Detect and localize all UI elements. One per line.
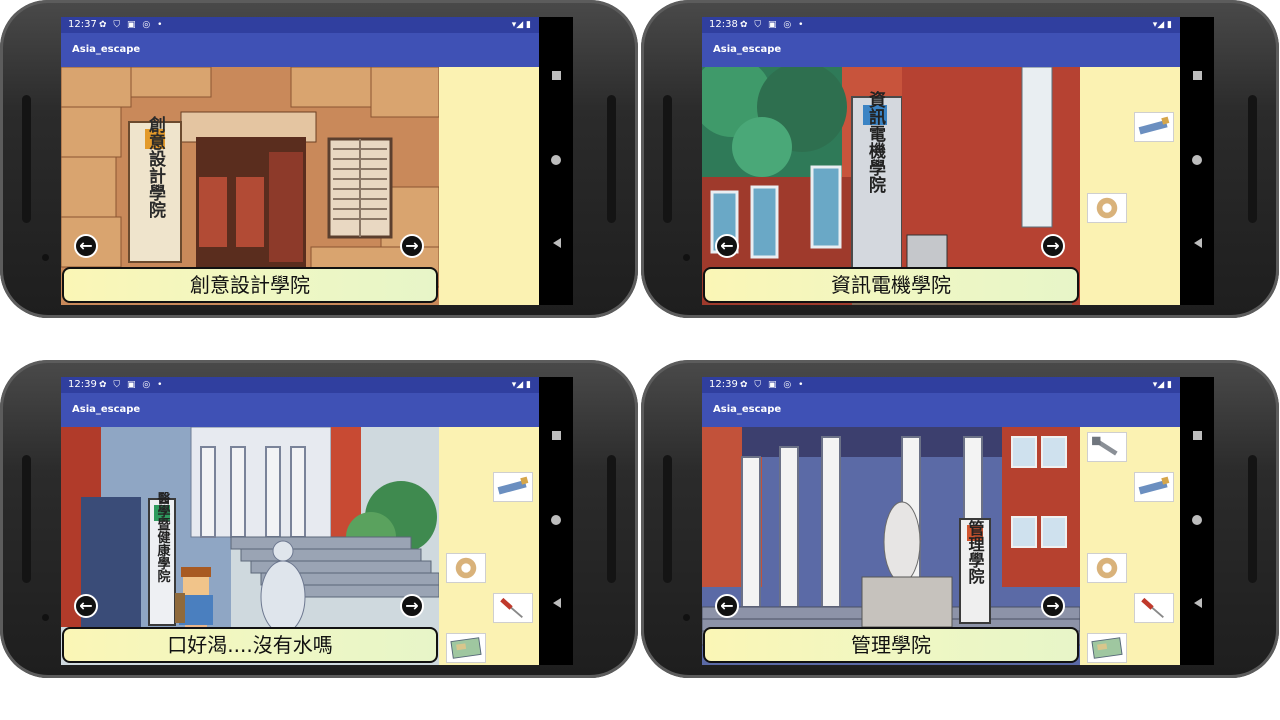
status-bar: 12:39 ✿ ⛉ ▣ ◎ • ▾◢ ▮: [61, 377, 539, 393]
inventory-panel: [1080, 67, 1180, 305]
status-time: 12:39: [709, 379, 738, 390]
recents-button[interactable]: [1193, 431, 1202, 440]
next-scene-button[interactable]: →: [1041, 234, 1065, 258]
app-title: Asia_escape: [72, 44, 141, 55]
notification-icons: ✿ ⛉ ▣ ◎ •: [99, 20, 165, 30]
app-title: Asia_escape: [72, 404, 141, 415]
dialog-box: 創意設計學院: [62, 267, 438, 303]
recents-button[interactable]: [552, 431, 561, 440]
app-screen: 12:37 ✿ ⛉ ▣ ◎ • ▾◢ ▮ Asia_escape 創意設計學院 …: [61, 17, 573, 305]
scene-image: 資訊電機學院 ← → 資訊電機學院: [702, 67, 1080, 305]
status-time: 12:38: [709, 19, 738, 30]
inventory-slot-tape[interactable]: [446, 553, 486, 583]
next-scene-button[interactable]: →: [400, 234, 424, 258]
previous-scene-button[interactable]: ←: [74, 594, 98, 618]
home-button[interactable]: [1192, 155, 1202, 165]
status-bar: 12:37 ✿ ⛉ ▣ ◎ • ▾◢ ▮: [61, 17, 539, 33]
inventory-slot-screwdriver[interactable]: [1134, 593, 1174, 623]
inventory-slot-tape[interactable]: [1087, 553, 1127, 583]
android-nav-bar: [539, 17, 573, 305]
app-screen: 12:39 ✿ ⛉ ▣ ◎ • ▾◢ ▮ Asia_escape: [61, 377, 573, 665]
back-button[interactable]: [1194, 598, 1202, 608]
android-nav-bar: [1180, 377, 1214, 665]
dialog-box: 管理學院: [703, 627, 1079, 663]
scene-image: 創意設計學院 ← → 創意設計學院: [61, 67, 439, 305]
recents-button[interactable]: [1193, 71, 1202, 80]
back-button[interactable]: [553, 598, 561, 608]
inventory-slot-map[interactable]: [1087, 633, 1127, 663]
next-scene-button[interactable]: →: [400, 594, 424, 618]
status-bar: 12:39 ✿ ⛉ ▣ ◎ • ▾◢ ▮: [702, 377, 1180, 393]
recents-button[interactable]: [552, 71, 561, 80]
previous-scene-button[interactable]: ←: [74, 234, 98, 258]
inventory-slot-glue[interactable]: [493, 472, 533, 502]
college-sign: 管理學院: [966, 519, 985, 585]
status-time: 12:39: [68, 379, 97, 390]
scene-image: 管理學院 ← → 管理學院: [702, 427, 1080, 665]
previous-scene-button[interactable]: ←: [715, 234, 739, 258]
app-bar: Asia_escape: [61, 393, 539, 427]
inventory-slot-bolt[interactable]: [1087, 432, 1127, 462]
notification-icons: ✿ ⛉ ▣ ◎ •: [740, 20, 806, 30]
android-nav-bar: [539, 377, 573, 665]
signal-battery-icon: ▾◢ ▮: [1152, 20, 1172, 30]
home-button[interactable]: [551, 515, 561, 525]
inventory-panel: [1080, 427, 1180, 665]
app-bar: Asia_escape: [702, 393, 1180, 427]
app-bar: Asia_escape: [702, 33, 1180, 67]
college-sign: 創意設計學院: [145, 115, 167, 218]
previous-scene-button[interactable]: ←: [715, 594, 739, 618]
status-bar: 12:38 ✿ ⛉ ▣ ◎ • ▾◢ ▮: [702, 17, 1180, 33]
back-button[interactable]: [1194, 238, 1202, 248]
dialog-box: 口好渴....沒有水嗎: [62, 627, 438, 663]
app-screen: 12:38 ✿ ⛉ ▣ ◎ • ▾◢ ▮ Asia_escape 資訊電機學院: [702, 17, 1214, 305]
phone-frame-1: 12:37 ✿ ⛉ ▣ ◎ • ▾◢ ▮ Asia_escape 創意設計學院 …: [0, 0, 638, 318]
app-title: Asia_escape: [713, 44, 782, 55]
phone-frame-3: 12:39 ✿ ⛉ ▣ ◎ • ▾◢ ▮ Asia_escape 醫學暨健康學院…: [0, 360, 638, 678]
next-scene-button[interactable]: →: [1041, 594, 1065, 618]
phone-frame-2: 12:38 ✿ ⛉ ▣ ◎ • ▾◢ ▮ Asia_escape 資訊電機學院: [641, 0, 1279, 318]
college-sign: 醫學暨健康學院: [155, 492, 171, 584]
inventory-slot-glue[interactable]: [1134, 112, 1174, 142]
status-time: 12:37: [68, 19, 97, 30]
scene-image: 醫學暨健康學院 ← → 口好渴....沒有水嗎: [61, 427, 439, 665]
college-sign: 資訊電機學院: [865, 91, 886, 193]
signal-battery-icon: ▾◢ ▮: [1152, 380, 1172, 390]
inventory-slot-glue[interactable]: [1134, 472, 1174, 502]
inventory-slot-screwdriver[interactable]: [493, 593, 533, 623]
signal-battery-icon: ▾◢ ▮: [511, 20, 531, 30]
app-title: Asia_escape: [713, 404, 782, 415]
inventory-panel: [439, 427, 539, 665]
app-bar: Asia_escape: [61, 33, 539, 67]
dialog-box: 資訊電機學院: [703, 267, 1079, 303]
app-screen: 12:39 ✿ ⛉ ▣ ◎ • ▾◢ ▮ Asia_escape: [702, 377, 1214, 665]
home-button[interactable]: [1192, 515, 1202, 525]
home-button[interactable]: [551, 155, 561, 165]
notification-icons: ✿ ⛉ ▣ ◎ •: [99, 380, 165, 390]
signal-battery-icon: ▾◢ ▮: [511, 380, 531, 390]
inventory-slot-tape[interactable]: [1087, 193, 1127, 223]
back-button[interactable]: [553, 238, 561, 248]
phone-frame-4: 12:39 ✿ ⛉ ▣ ◎ • ▾◢ ▮ Asia_escape 管理學院 ← …: [641, 360, 1279, 678]
inventory-panel: [439, 67, 539, 305]
inventory-slot-map[interactable]: [446, 633, 486, 663]
android-nav-bar: [1180, 17, 1214, 305]
notification-icons: ✿ ⛉ ▣ ◎ •: [740, 380, 806, 390]
